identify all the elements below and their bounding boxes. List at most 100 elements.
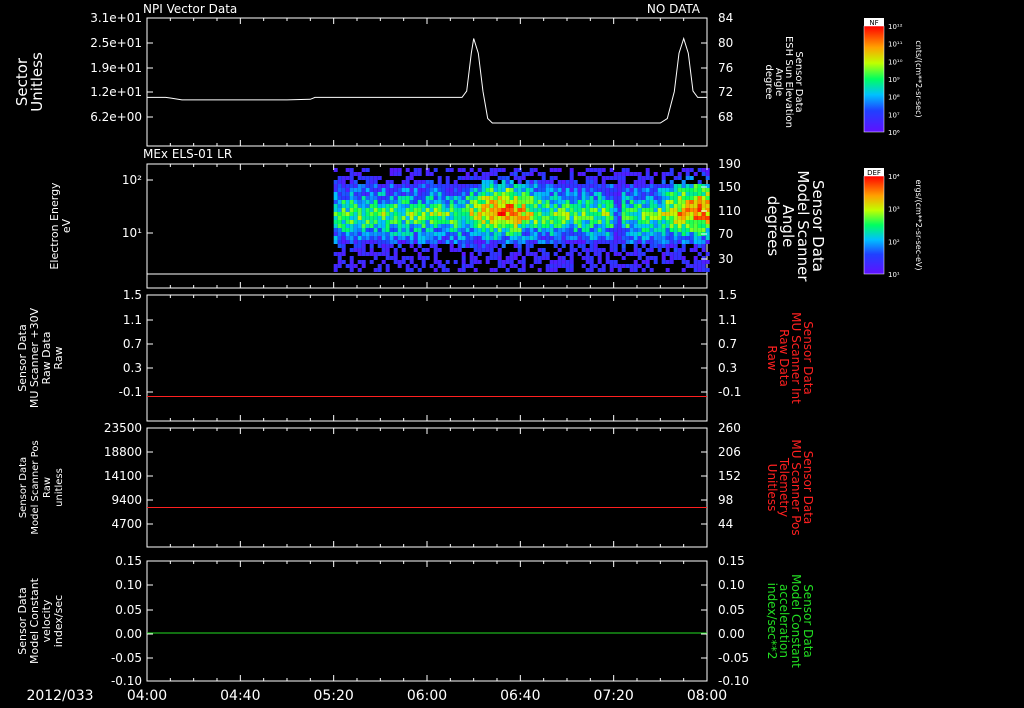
spectrogram-cell (633, 224, 638, 228)
spectrogram-cell (533, 180, 538, 184)
spectrogram-cell (605, 204, 610, 208)
spectrogram-cell (649, 248, 654, 252)
spectrogram-cell (549, 236, 554, 240)
spectrogram-cell (681, 236, 686, 240)
spectrogram-cell (337, 260, 342, 264)
spectrogram-cell (669, 228, 674, 232)
spectrogram-cell (397, 220, 402, 224)
spectrogram-cell (657, 224, 662, 228)
spectrogram-cell (681, 208, 686, 212)
spectrogram-cell (437, 208, 442, 212)
spectrogram-cell (445, 236, 450, 240)
spectrogram-cell (601, 216, 606, 220)
spectrogram-cell (345, 204, 350, 208)
panel-5-ytick-label: 0.15 (115, 554, 142, 568)
spectrogram-cell (457, 248, 462, 252)
spectrogram-cell (453, 212, 458, 216)
spectrogram-cell (341, 228, 346, 232)
spectrogram-cell (401, 240, 406, 244)
spectrogram-cell (517, 220, 522, 224)
spectrogram-cell (445, 192, 450, 196)
spectrogram-cell (649, 192, 654, 196)
spectrogram-cell (333, 240, 338, 244)
spectrogram-cell (425, 188, 430, 192)
spectrogram-cell (461, 200, 466, 204)
spectrogram-cell (657, 188, 662, 192)
spectrogram-cell (489, 168, 494, 172)
spectrogram-cell (629, 188, 634, 192)
spectrogram-cell (681, 192, 686, 196)
spectrogram-cell (413, 184, 418, 188)
spectrogram-cell (345, 208, 350, 212)
spectrogram-cell (705, 192, 710, 196)
spectrogram-cell (677, 252, 682, 256)
spectrogram-cell (397, 188, 402, 192)
spectrogram-cell (489, 204, 494, 208)
spectrogram-cell (549, 220, 554, 224)
spectrogram-cell (617, 240, 622, 244)
spectrogram-cell (361, 176, 366, 180)
spectrogram-cell (461, 232, 466, 236)
spectrogram-cell (333, 268, 338, 272)
spectrogram-cell (337, 192, 342, 196)
spectrogram-cell (409, 240, 414, 244)
spectrogram-cell (465, 212, 470, 216)
spectrogram-cell (697, 260, 702, 264)
spectrogram-cell (469, 244, 474, 248)
spectrogram-cell (477, 192, 482, 196)
spectrogram-cell (361, 264, 366, 268)
spectrogram-cell (641, 184, 646, 188)
spectrogram-cell (533, 252, 538, 256)
spectrogram-cell (489, 208, 494, 212)
spectrogram-cell (693, 248, 698, 252)
spectrogram-cell (481, 248, 486, 252)
spectrogram-cell (445, 216, 450, 220)
spectrogram-cell (645, 192, 650, 196)
spectrogram-cell (341, 236, 346, 240)
spectrogram-cell (361, 212, 366, 216)
spectrogram-cell (557, 192, 562, 196)
spectrogram-cell (357, 196, 362, 200)
spectrogram-cell (681, 232, 686, 236)
spectrogram-cell (349, 188, 354, 192)
panel-1-title: NPI Vector Data (143, 2, 237, 16)
spectrogram-cell (541, 204, 546, 208)
spectrogram-cell (353, 220, 358, 224)
spectrogram-cell (521, 236, 526, 240)
spectrogram-cell (429, 240, 434, 244)
spectrogram-cell (465, 200, 470, 204)
spectrogram-cell (501, 216, 506, 220)
spectrogram-cell (541, 232, 546, 236)
spectrogram-cell (461, 196, 466, 200)
panel-2-y2tick-label: 70 (718, 227, 733, 241)
spectrogram-cell (621, 244, 626, 248)
spectrogram-cell (649, 216, 654, 220)
spectrogram-cell (705, 172, 710, 176)
spectrogram-cell (381, 260, 386, 264)
spectrogram-cell (577, 196, 582, 200)
spectrogram-cell (505, 184, 510, 188)
spectrogram-cell (701, 240, 706, 244)
panel-5-y2tick-label: -0.10 (718, 674, 749, 688)
spectrogram-cell (593, 248, 598, 252)
spectrogram-cell (585, 224, 590, 228)
spectrogram-cell (385, 184, 390, 188)
spectrogram-cell (341, 176, 346, 180)
spectrogram-cell (353, 248, 358, 252)
spectrogram-cell (597, 184, 602, 188)
spectrogram-cell (465, 244, 470, 248)
spectrogram-cell (409, 224, 414, 228)
spectrogram-cell (529, 240, 534, 244)
spectrogram-cell (497, 260, 502, 264)
spectrogram-cell (381, 248, 386, 252)
panel-2-title: MEx ELS-01 LR (143, 147, 232, 161)
spectrogram-cell (437, 192, 442, 196)
spectrogram-cell (633, 260, 638, 264)
spectrogram-cell (569, 172, 574, 176)
spectrogram-cell (677, 192, 682, 196)
spectrogram-cell (357, 252, 362, 256)
spectrogram-cell (433, 256, 438, 260)
spectrogram-cell (385, 228, 390, 232)
spectrogram-cell (689, 204, 694, 208)
spectrogram-cell (393, 216, 398, 220)
